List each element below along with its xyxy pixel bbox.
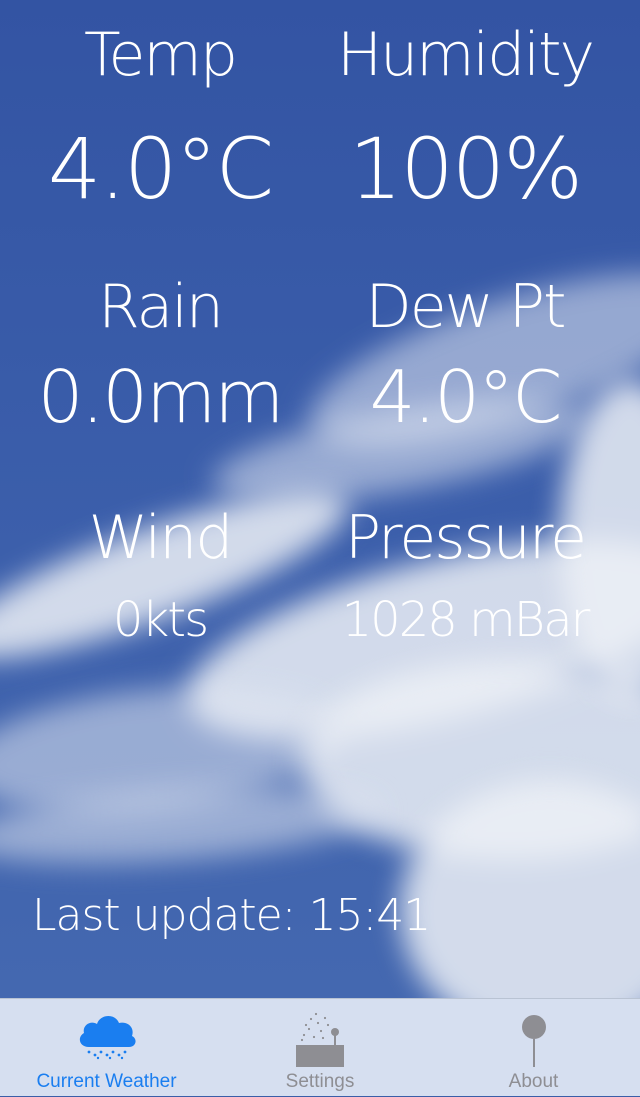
reading-rain: Rain (0, 272, 320, 342)
tab-about[interactable]: About (427, 999, 640, 1097)
reading-value: 4.0°C (47, 120, 274, 218)
reading-value: 100% (348, 120, 583, 218)
reading-value: 0kts (112, 592, 209, 648)
cloud-rain-icon (79, 1015, 136, 1060)
reading-label: Rain (98, 272, 224, 342)
weather-station-icon (296, 1012, 344, 1067)
last-update-text: Last update: 15:41 (32, 890, 431, 941)
reading-value: 0.0mm (37, 355, 285, 439)
reading-temp-value-wrap: 4.0°C (0, 120, 320, 218)
reading-rain-value-wrap: 0.0mm (0, 355, 320, 439)
reading-temp: Temp (0, 20, 320, 90)
reading-label: Pressure (344, 503, 587, 573)
reading-wind: Wind (0, 503, 320, 573)
reading-humidity: Humidity (305, 20, 625, 90)
reading-label: Temp (84, 20, 238, 90)
reading-label: Dew Pt (365, 272, 567, 342)
tab-bar: Current Weather Settings About (0, 998, 640, 1096)
reading-pressure-value-wrap: 1028 mBar (305, 592, 625, 648)
reading-dew-pt: Dew Pt (305, 272, 625, 342)
reading-value: 1028 mBar (341, 592, 591, 648)
tab-label: About (508, 1071, 559, 1092)
tab-current-weather[interactable]: Current Weather (0, 999, 213, 1097)
reading-pressure: Pressure (305, 503, 625, 573)
tab-label: Settings (285, 1071, 355, 1092)
tab-settings[interactable]: Settings (213, 999, 427, 1097)
reading-dew-pt-value-wrap: 4.0°C (305, 355, 625, 439)
tab-label: Current Weather (36, 1071, 177, 1092)
reading-wind-value-wrap: 0kts (0, 592, 320, 648)
reading-value: 4.0°C (369, 355, 563, 439)
weather-readings: Temp 4.0°C Humidity 100% Rain 0.0mm Dew … (0, 0, 640, 998)
reading-humidity-value-wrap: 100% (305, 120, 625, 218)
reading-label: Humidity (336, 20, 595, 90)
pin-icon (521, 1015, 546, 1067)
reading-label: Wind (88, 503, 234, 573)
